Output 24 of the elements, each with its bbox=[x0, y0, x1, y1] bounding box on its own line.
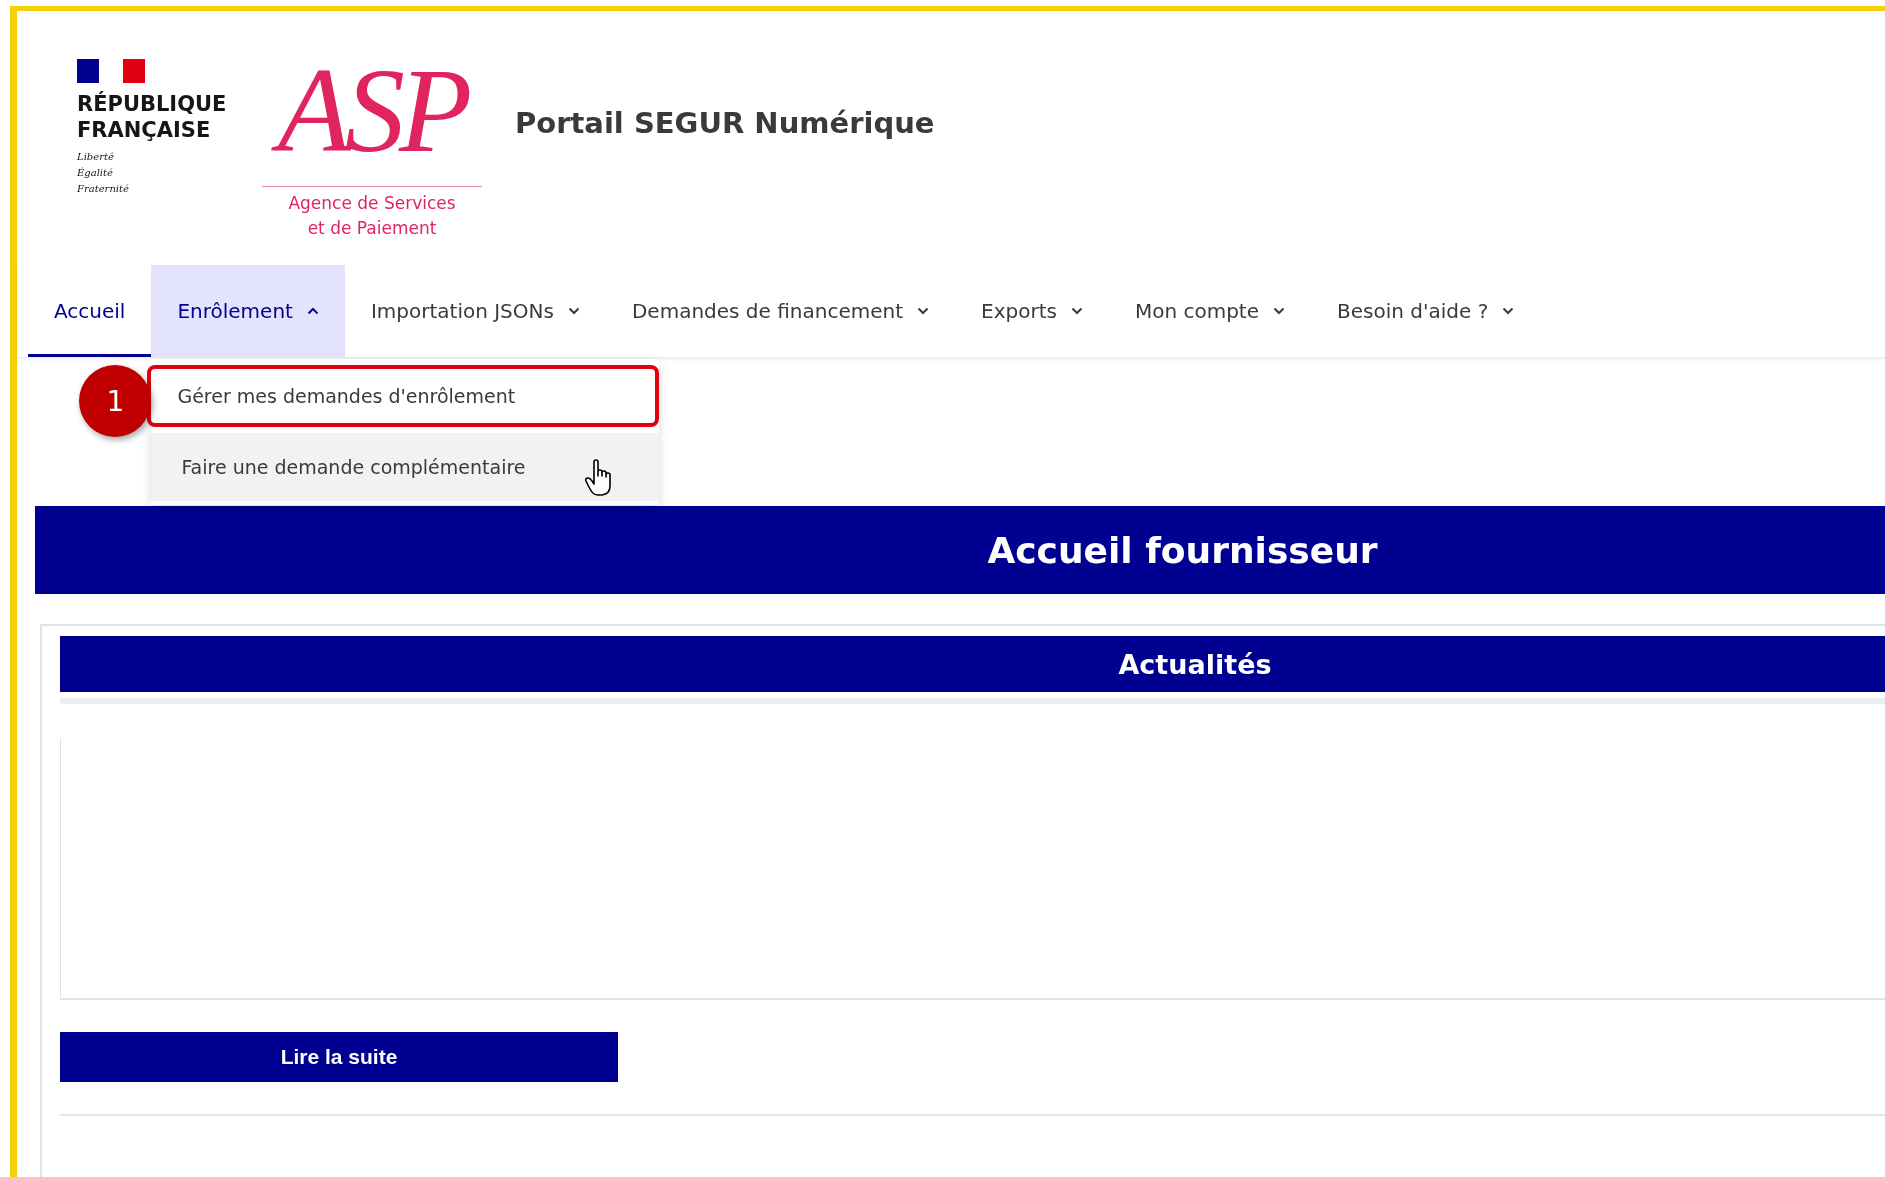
flag-icon bbox=[77, 59, 145, 83]
page-title: Accueil fournisseur bbox=[987, 529, 1378, 571]
nav-tab[interactable]: Mon compte bbox=[1108, 265, 1311, 357]
caret-icon bbox=[1070, 307, 1083, 315]
caret-icon bbox=[1273, 307, 1285, 315]
read-more-button[interactable]: Lire la suite bbox=[60, 1032, 618, 1082]
asp-logo-mark: ASP bbox=[261, 35, 483, 187]
asp-logo-caption: Agence de Services et de Paiement bbox=[288, 191, 456, 240]
caret-icon bbox=[306, 307, 319, 315]
nav-tab[interactable]: Demandes de financement bbox=[605, 265, 956, 357]
republic-name: RÉPUBLIQUE FRANÇAISE bbox=[77, 91, 227, 143]
motto-text: Liberté Égalité Fraternité bbox=[77, 150, 130, 196]
caret-icon bbox=[567, 307, 580, 315]
menu-item[interactable]: Gérer mes demandes d'enrôlement bbox=[147, 365, 660, 427]
nav-tab[interactable]: Exports bbox=[955, 265, 1109, 357]
caret-icon bbox=[1502, 307, 1515, 315]
nav-tab[interactable]: Importation JSONs bbox=[344, 265, 606, 357]
nav-tab[interactable]: Besoin d'aide ? bbox=[1311, 265, 1541, 357]
section-title: Actualités bbox=[1118, 648, 1272, 680]
site-title: Portail SEGUR Numérique bbox=[515, 106, 935, 140]
menu-item[interactable]: Faire une demande complémentaire bbox=[151, 433, 660, 501]
nav-tab[interactable]: Enrôlement bbox=[151, 265, 345, 357]
caret-icon bbox=[917, 307, 930, 315]
step-number-badge: 1 bbox=[79, 365, 152, 437]
